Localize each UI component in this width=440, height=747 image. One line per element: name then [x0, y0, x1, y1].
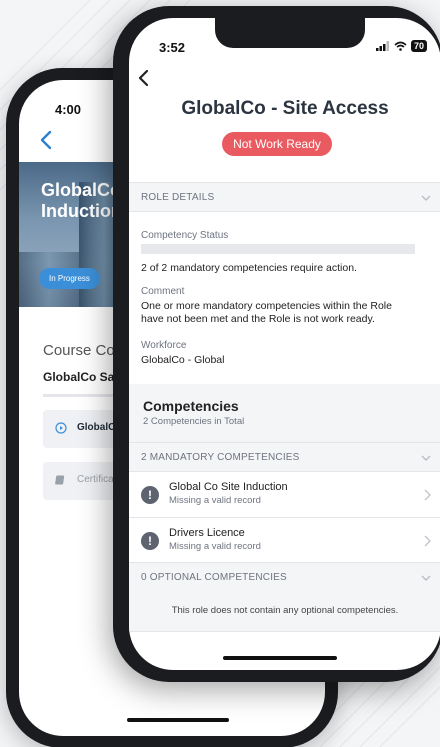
- play-circle-icon: [55, 422, 67, 434]
- competencies-title: Competencies: [143, 398, 239, 414]
- optional-empty-state: This role does not contain any optional …: [129, 590, 440, 632]
- competency-status: Missing a valid record: [169, 495, 261, 506]
- course-content-heading: Course Con: [43, 342, 124, 359]
- home-indicator: [223, 656, 337, 660]
- chevron-right-icon: [424, 489, 431, 501]
- role-details-header[interactable]: ROLE DETAILS: [129, 182, 440, 212]
- competency-status-bar: [141, 244, 415, 254]
- status-time: 3:52: [159, 40, 186, 55]
- signal-icon: [375, 41, 389, 51]
- alert-icon: !: [141, 532, 159, 550]
- role-details-label: ROLE DETAILS: [141, 192, 215, 203]
- wifi-icon: [394, 41, 407, 51]
- course-subtitle: GlobalCo Saf: [43, 370, 119, 384]
- phone-front: 3:52 70 GlobalCo - Site Access Not Work …: [113, 6, 440, 682]
- optional-header-label: 0 OPTIONAL COMPETENCIES: [141, 572, 287, 583]
- back-status-time: 4:00: [55, 102, 82, 117]
- chevron-down-icon: [421, 195, 431, 201]
- back-home-indicator: [127, 718, 229, 722]
- comment-value: One or more mandatory competencies withi…: [141, 300, 392, 325]
- competency-name: Global Co Site Induction: [169, 481, 288, 493]
- workforce-value: GlobalCo - Global: [141, 354, 225, 366]
- workforce-label: Workforce: [141, 340, 187, 351]
- competency-status: Missing a valid record: [169, 541, 261, 552]
- mandatory-header-label: 2 MANDATORY COMPETENCIES: [141, 452, 300, 463]
- competency-status-value: 2 of 2 mandatory competencies require ac…: [141, 262, 357, 274]
- page-title: GlobalCo - Site Access: [181, 98, 389, 119]
- status-icons: 70: [375, 40, 427, 52]
- chevron-down-icon: [421, 455, 431, 461]
- chevron-down-icon: [421, 575, 431, 581]
- chevron-right-icon: [424, 535, 431, 547]
- comment-label: Comment: [141, 286, 185, 297]
- certificate-icon: [55, 475, 65, 485]
- progress-badge: In Progress: [39, 268, 100, 289]
- optional-competencies-header[interactable]: 0 OPTIONAL COMPETENCIES: [129, 562, 440, 592]
- competency-row[interactable]: ! Drivers Licence Missing a valid record: [129, 518, 440, 564]
- optional-empty-text: This role does not contain any optional …: [171, 605, 399, 616]
- mandatory-competencies-header[interactable]: 2 MANDATORY COMPETENCIES: [129, 442, 440, 472]
- back-chevron-icon[interactable]: [137, 68, 161, 92]
- course-item-label: Certificat: [77, 474, 117, 485]
- alert-icon: !: [141, 486, 159, 504]
- battery-icon: 70: [410, 40, 427, 52]
- competencies-summary: Competencies 2 Competencies in Total: [129, 384, 440, 442]
- competency-row[interactable]: ! Global Co Site Induction Missing a val…: [129, 472, 440, 518]
- competencies-subtitle: 2 Competencies in Total: [143, 416, 245, 427]
- competency-status-label: Competency Status: [141, 230, 229, 241]
- work-ready-status-badge: Not Work Ready: [222, 132, 332, 156]
- back-chevron-icon[interactable]: [39, 130, 69, 160]
- front-phone-screen: 3:52 70 GlobalCo - Site Access Not Work …: [129, 18, 440, 670]
- competency-name: Drivers Licence: [169, 527, 245, 539]
- notch: [215, 18, 365, 48]
